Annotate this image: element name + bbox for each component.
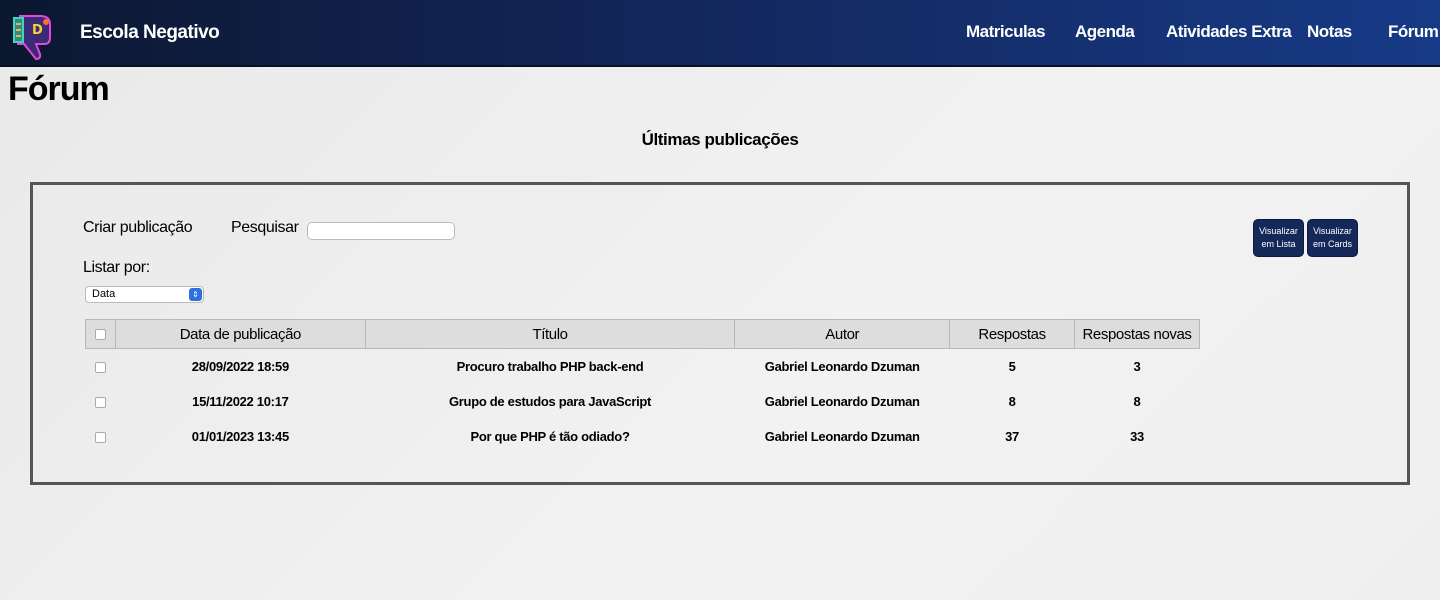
top-navbar: D Escola Negativo Matriculas Agenda Ativ… bbox=[0, 0, 1440, 67]
view-cards-button[interactable]: Visualizar em Cards bbox=[1307, 219, 1358, 257]
nav-atividades-extra[interactable]: Atividades Extra bbox=[1166, 22, 1292, 42]
view-list-label-line1: Visualizar bbox=[1259, 226, 1298, 236]
view-list-button[interactable]: Visualizar em Lista bbox=[1253, 219, 1304, 257]
cell-date: 15/11/2022 10:17 bbox=[192, 393, 289, 409]
nav-notas[interactable]: Notas bbox=[1307, 22, 1352, 42]
list-by-select[interactable]: Data ⇕ bbox=[85, 286, 204, 303]
view-cards-label-line2: em Cards bbox=[1312, 239, 1352, 249]
view-cards-label-line1: Visualizar bbox=[1313, 226, 1352, 236]
header-author[interactable]: Autor bbox=[734, 319, 951, 349]
cell-replies: 5 bbox=[1008, 358, 1016, 374]
section-subtitle: Últimas publicações bbox=[641, 130, 799, 149]
select-all-cell bbox=[85, 319, 116, 349]
cell-title[interactable]: Por que PHP é tão odiado? bbox=[365, 419, 735, 454]
table-row[interactable]: 01/01/2023 13:45 Por que PHP é tão odiad… bbox=[86, 419, 1200, 454]
page-title: Fórum bbox=[8, 70, 110, 108]
cell-new-replies: 33 bbox=[1130, 428, 1144, 444]
cell-new-replies: 3 bbox=[1133, 358, 1141, 374]
thumbs-down-logo-icon[interactable]: D bbox=[8, 8, 62, 62]
nav-forum[interactable]: Fórum bbox=[1388, 22, 1439, 42]
cell-date: 01/01/2023 13:45 bbox=[191, 428, 289, 444]
cell-author: Gabriel Leonardo Dzuman bbox=[764, 358, 920, 374]
list-by-label: Listar por: bbox=[83, 259, 150, 276]
cell-title[interactable]: Grupo de estudos para JavaScript bbox=[365, 384, 735, 419]
search-label: Pesquisar bbox=[231, 219, 299, 236]
create-post-link[interactable]: Criar publicação bbox=[83, 219, 193, 237]
header-title[interactable]: Título bbox=[364, 319, 736, 349]
view-list-label-line2: em Lista bbox=[1261, 239, 1296, 249]
table-row[interactable]: 15/11/2022 10:17 Grupo de estudos para J… bbox=[86, 384, 1200, 419]
forum-panel: Criar publicação Pesquisar Listar por: D… bbox=[30, 182, 1410, 485]
posts-table: Data de publicação Título Autor Resposta… bbox=[85, 319, 1200, 454]
header-date[interactable]: Data de publicação bbox=[114, 319, 366, 349]
nav-agenda[interactable]: Agenda bbox=[1075, 22, 1135, 42]
cell-replies: 37 bbox=[1005, 428, 1019, 444]
row-checkbox[interactable] bbox=[94, 431, 106, 443]
cell-date: 28/09/2022 18:59 bbox=[191, 358, 289, 374]
select-all-checkbox[interactable] bbox=[94, 329, 106, 341]
brand-name[interactable]: Escola Negativo bbox=[80, 22, 220, 44]
list-by-selected-value: Data bbox=[92, 288, 116, 300]
row-checkbox[interactable] bbox=[94, 396, 106, 408]
header-replies[interactable]: Respostas bbox=[949, 319, 1076, 349]
row-checkbox[interactable] bbox=[94, 361, 106, 373]
cell-author: Gabriel Leonardo Dzuman bbox=[764, 428, 920, 444]
cell-new-replies: 8 bbox=[1133, 393, 1141, 409]
cell-replies: 8 bbox=[1008, 393, 1016, 409]
nav-matriculas[interactable]: Matriculas bbox=[966, 22, 1046, 42]
svg-text:D: D bbox=[32, 23, 43, 38]
search-input[interactable] bbox=[307, 222, 455, 240]
cell-title[interactable]: Procuro trabalho PHP back-end bbox=[365, 349, 735, 384]
select-chevron-icon: ⇕ bbox=[189, 288, 202, 301]
cell-author: Gabriel Leonardo Dzuman bbox=[764, 393, 920, 409]
table-row[interactable]: 28/09/2022 18:59 Procuro trabalho PHP ba… bbox=[86, 349, 1200, 384]
header-new-replies[interactable]: Respostas novas bbox=[1074, 319, 1200, 349]
